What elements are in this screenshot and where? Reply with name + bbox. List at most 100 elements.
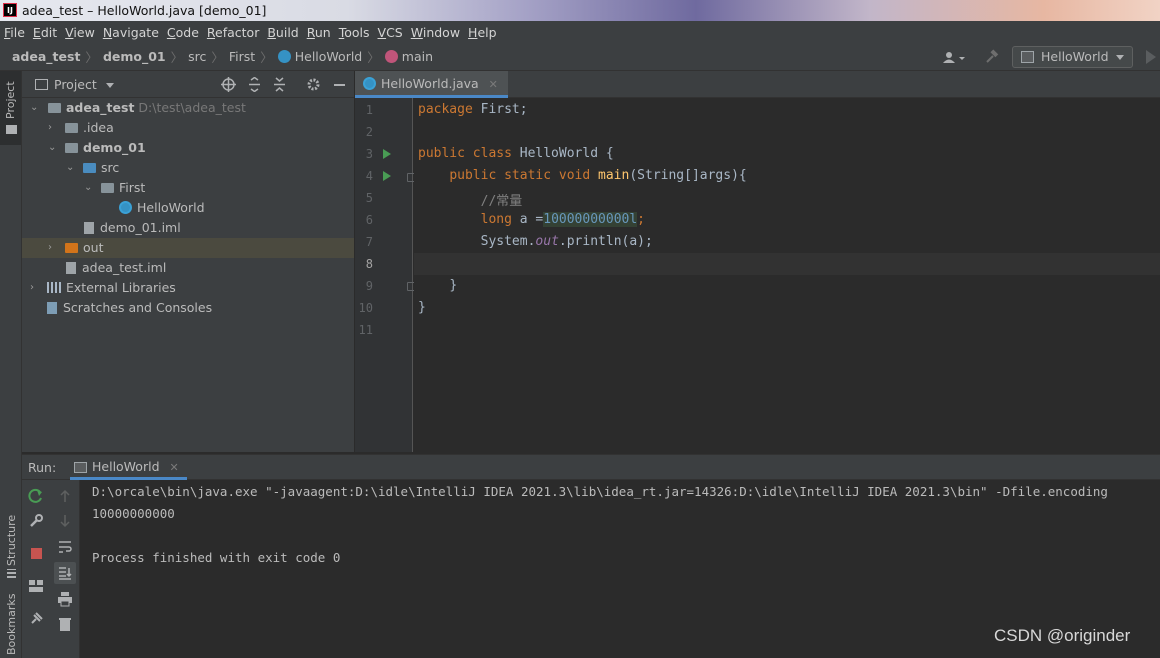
chevron-right-icon[interactable]: › xyxy=(48,238,58,258)
line-number: 3 xyxy=(365,147,373,161)
line-number: 4 xyxy=(365,169,373,183)
menu-help[interactable]: Help xyxy=(468,25,497,40)
folder-icon xyxy=(65,123,78,133)
breadcrumb-module[interactable]: demo_01 xyxy=(103,49,166,64)
menu-bar: File Edit View Navigate Code Refactor Bu… xyxy=(0,21,1160,43)
tree-item-idea[interactable]: › .idea xyxy=(22,118,354,138)
tree-item-external-libraries[interactable]: › External Libraries xyxy=(22,278,354,298)
library-icon xyxy=(47,282,61,293)
scroll-to-end-button[interactable] xyxy=(54,562,76,584)
folder-icon xyxy=(6,125,17,134)
menu-refactor[interactable]: Refactor xyxy=(207,25,259,40)
caret-line xyxy=(414,253,1160,275)
line-number: 1 xyxy=(365,103,373,117)
print-icon[interactable] xyxy=(57,591,73,607)
tree-item-out[interactable]: › out xyxy=(22,238,354,258)
run-panel-header: Run: HelloWorld ✕ xyxy=(22,454,1160,480)
bookmarks-tool-label: Bookmarks xyxy=(5,593,18,655)
chevron-down-icon xyxy=(1116,55,1124,60)
menu-file[interactable]: File xyxy=(4,25,25,40)
line-number: 11 xyxy=(358,323,373,337)
console-line: D:\orcale\bin\java.exe "-javaagent:D:\id… xyxy=(92,484,1108,499)
layout-icon[interactable] xyxy=(28,578,44,594)
menu-code[interactable]: Code xyxy=(167,25,199,40)
tab-helloworld-java[interactable]: HelloWorld.java ✕ xyxy=(355,71,508,98)
close-icon[interactable]: ✕ xyxy=(489,78,498,91)
menu-vcs[interactable]: VCS xyxy=(378,25,403,40)
watermark: CSDN @originder xyxy=(994,626,1131,645)
rerun-icon[interactable] xyxy=(28,488,44,504)
stop-icon[interactable] xyxy=(31,548,42,559)
pin-icon[interactable] xyxy=(28,611,44,627)
scroll-to-end-icon xyxy=(59,567,72,580)
scratches-icon xyxy=(47,302,57,314)
arrow-up-icon[interactable] xyxy=(57,488,73,504)
breadcrumb-method[interactable]: main xyxy=(402,49,433,64)
chevron-down-icon[interactable]: ⌄ xyxy=(48,138,58,158)
window-title: adea_test – HelloWorld.java [demo_01] xyxy=(22,3,267,18)
code-editor[interactable]: package First; public class HelloWorld {… xyxy=(414,98,1160,452)
build-hammer-icon[interactable] xyxy=(984,49,1000,65)
structure-tool-button[interactable]: Structure xyxy=(0,506,21,578)
gear-icon[interactable] xyxy=(306,77,321,92)
arrow-down-icon[interactable] xyxy=(57,513,73,529)
breadcrumb-src[interactable]: src xyxy=(188,49,206,64)
run-icon[interactable] xyxy=(1146,50,1156,64)
chevron-down-icon[interactable]: ⌄ xyxy=(30,98,40,118)
locate-icon[interactable] xyxy=(221,77,236,92)
tree-item-first[interactable]: ⌄ First xyxy=(22,178,354,198)
tree-item-src[interactable]: ⌄ src xyxy=(22,158,354,178)
line-number: 5 xyxy=(365,191,373,205)
chevron-down-icon[interactable]: ⌄ xyxy=(84,178,94,198)
project-path: D:\test\adea_test xyxy=(138,100,246,115)
tree-item-adea-test-iml[interactable]: adea_test.iml xyxy=(22,258,354,278)
menu-run[interactable]: Run xyxy=(307,25,331,40)
chevron-down-icon[interactable] xyxy=(106,83,114,88)
project-tool-label: Project xyxy=(4,81,17,119)
trash-icon[interactable] xyxy=(57,616,73,632)
tree-item-demo-01[interactable]: ⌄ demo_01 xyxy=(22,138,354,158)
tree-item-adea-test[interactable]: ⌄ adea_test D:\test\adea_test xyxy=(22,98,354,118)
editor-tab-bar: HelloWorld.java ✕ xyxy=(355,71,1160,98)
user-icon[interactable] xyxy=(942,50,966,66)
chevron-right-icon[interactable]: › xyxy=(48,118,58,138)
line-number: 10 xyxy=(358,301,373,315)
run-class-icon[interactable] xyxy=(383,149,391,159)
minimize-icon[interactable] xyxy=(334,84,345,86)
menu-tools[interactable]: Tools xyxy=(339,25,370,40)
menu-navigate[interactable]: Navigate xyxy=(103,25,159,40)
project-view-label[interactable]: Project xyxy=(54,77,97,92)
soft-wrap-icon[interactable] xyxy=(57,539,73,555)
menu-build[interactable]: Build xyxy=(267,25,298,40)
line-number: 7 xyxy=(365,235,373,249)
menu-view[interactable]: View xyxy=(65,25,95,40)
console-line: 10000000000 xyxy=(92,506,175,521)
collapse-all-icon[interactable] xyxy=(272,77,287,92)
structure-icon xyxy=(7,569,16,578)
run-main-icon[interactable] xyxy=(383,171,391,181)
chevron-down-icon[interactable]: ⌄ xyxy=(66,158,76,178)
bookmarks-tool-button[interactable]: Bookmarks xyxy=(0,591,21,657)
tree-item-demo-01-iml[interactable]: demo_01.iml xyxy=(22,218,354,238)
breadcrumb-package[interactable]: First xyxy=(229,49,255,64)
menu-edit[interactable]: Edit xyxy=(33,25,57,40)
run-tab-helloworld[interactable]: HelloWorld ✕ xyxy=(70,455,187,480)
breadcrumb-class[interactable]: HelloWorld xyxy=(295,49,363,64)
project-tool-button[interactable]: Project xyxy=(0,71,21,145)
line-number: 8 xyxy=(365,257,373,271)
menu-window[interactable]: Window xyxy=(411,25,460,40)
window-icon xyxy=(35,79,48,90)
wrench-icon[interactable] xyxy=(28,513,44,529)
app-config-icon xyxy=(1021,51,1034,63)
close-icon[interactable]: ✕ xyxy=(170,461,179,474)
tree-item-scratches[interactable]: Scratches and Consoles xyxy=(22,298,354,318)
breadcrumb-project[interactable]: adea_test xyxy=(12,49,80,64)
expand-all-icon[interactable] xyxy=(247,77,262,92)
chevron-right-icon[interactable]: › xyxy=(30,278,40,298)
module-folder-icon xyxy=(65,143,78,153)
left-tool-strip: Project Structure Bookmarks xyxy=(0,71,22,658)
tree-item-helloworld[interactable]: HelloWorld xyxy=(22,198,354,218)
run-config-select[interactable]: HelloWorld xyxy=(1012,46,1133,68)
java-class-icon xyxy=(119,201,132,214)
line-number: 6 xyxy=(365,213,373,227)
